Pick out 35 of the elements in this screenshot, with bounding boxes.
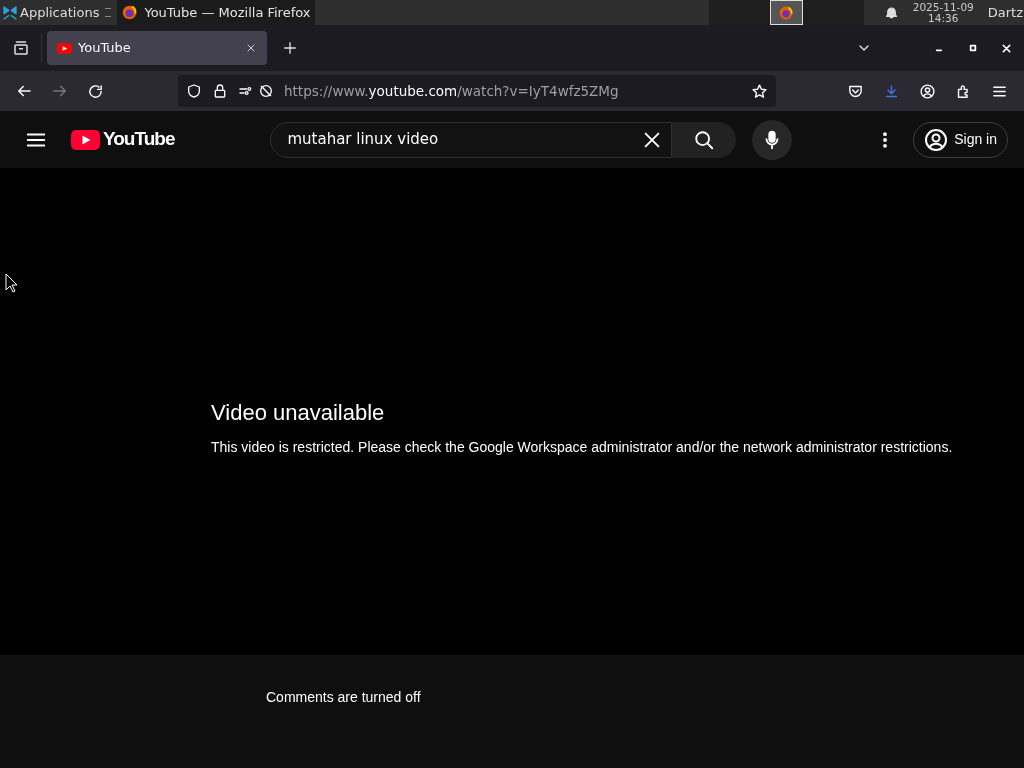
bookmark-star-icon[interactable]: [751, 82, 768, 100]
new-tab-icon[interactable]: [282, 40, 298, 56]
downloads-icon[interactable]: [883, 82, 900, 100]
firefox-icon: [121, 4, 139, 21]
mouse-cursor-icon: [5, 273, 18, 293]
clock-date: 2025-11-09: [912, 1, 974, 13]
close-window-icon[interactable]: [1000, 41, 1013, 55]
shield-icon[interactable]: [186, 83, 202, 99]
video-error-title: Video unavailable: [211, 398, 386, 427]
address-bar[interactable]: https://www.youtube.com/watch?v=IyT4wfz5ZMg: [178, 75, 776, 107]
youtube-logo-icon: [71, 129, 100, 150]
youtube-favicon-icon: [57, 42, 72, 54]
search-icon: [693, 128, 716, 151]
browser-tab[interactable]: YouTube: [47, 31, 267, 65]
applications-menu[interactable]: Applications: [20, 2, 100, 23]
apps-icon[interactable]: [2, 4, 18, 21]
youtube-logo-text[interactable]: YouTube: [103, 125, 175, 154]
search-field[interactable]: mutahar linux video: [270, 121, 673, 158]
bell-icon[interactable]: [883, 5, 899, 20]
comments-off-text: Comments are turned off: [266, 689, 421, 705]
user-name[interactable]: Dartz: [987, 2, 1023, 23]
video-error-message: This video is restricted. Please check the Google Workspace administrator and/or the network administrator restrictions.: [211, 437, 954, 457]
tray-firefox-button[interactable]: [769, 0, 803, 25]
tab-list-icon[interactable]: [11, 39, 30, 57]
lock-icon[interactable]: [212, 83, 228, 99]
clock-time: 14:36: [928, 12, 959, 24]
account-icon: [924, 127, 949, 152]
firefox-icon: [778, 4, 795, 21]
close-tab-icon[interactable]: [245, 42, 257, 54]
url-text: https://www.youtube.com/watch?v=IyT4wfz5ZMg: [284, 81, 620, 101]
taskbar-window-button[interactable]: YouTube — Mozilla Firefox: [117, 0, 315, 25]
reload-icon[interactable]: [87, 82, 104, 100]
search-button[interactable]: [672, 121, 737, 158]
tracking-blocked-icon[interactable]: [258, 83, 274, 99]
account-icon[interactable]: [919, 82, 936, 100]
